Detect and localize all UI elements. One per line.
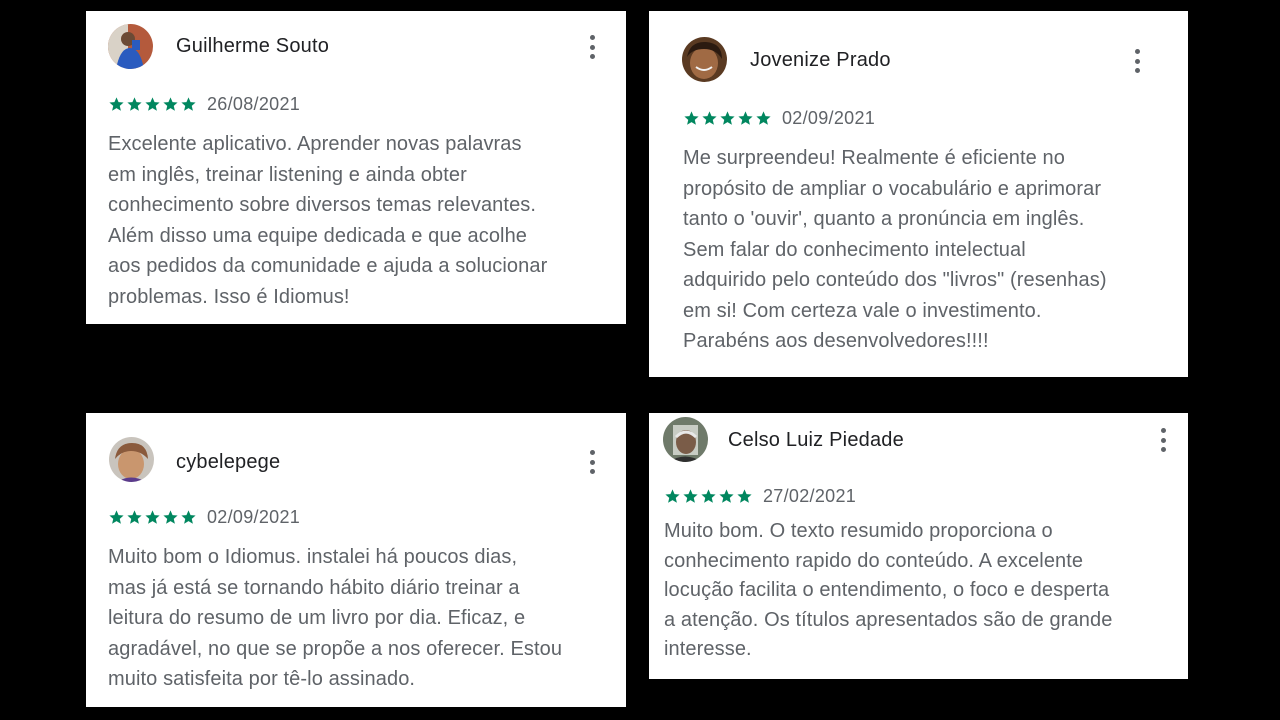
review-text-line: agradável, no que se propõe a nos oferec… [108,637,563,660]
review-text-line: Parabéns aos desenvolvedores!!!! [683,330,989,352]
star-icon [181,97,196,111]
star-icon [720,111,735,125]
review-date: 02/09/2021 [207,507,301,527]
avatar[interactable] [109,437,154,482]
review-text-line: muito satisfeita por tê-lo assinado. [108,668,416,690]
user-avatar-icon [682,37,727,82]
review-text-line: Muito bom o Idiomus. instalei há poucos … [108,546,518,568]
review-text-line: em si! Com certeza vale o investimento. [683,299,1042,322]
review-text-line: em inglês, treinar listening e ainda obt… [108,163,467,186]
review-text: Muito bom. O texto resumido proporciona … [664,517,1112,665]
review-text-line: Muito bom. O texto resumido proporciona … [664,520,1053,542]
review-text: Me surpreendeu! Realmente é eficiente no… [683,143,1107,357]
star-icon [684,111,699,125]
user-avatar-icon [109,437,154,482]
review-text: Muito bom o Idiomus. instalei há poucos … [108,542,562,695]
star-icon [719,489,734,503]
star-icon [145,510,160,524]
review-text-line: locução facilita o entendimento, o foco … [664,579,1110,601]
star-icon [163,510,178,524]
author-name: cybelepege [176,451,281,473]
review-rating: 02/09/2021 [108,507,300,528]
review-date: 02/09/2021 [782,108,876,128]
star-icon [665,489,680,503]
review-text-line: a atenção. Os títulos apresentados são d… [664,608,1113,631]
review-card: Celso Luiz Piedade 27/02/2021 Muito bom.… [649,413,1188,679]
star-icon [163,97,178,111]
review-text-line: Sem falar do conhecimento intelectual [683,238,1026,261]
review-card: Guilherme Souto 26/08/2021 Excelente apl… [86,11,626,324]
avatar[interactable] [663,417,708,462]
star-icon [738,111,753,125]
star-icon [737,489,752,503]
review-text-line: tanto o 'ouvir', quanto a pronúncia em i… [683,208,1085,230]
star-icon [109,510,124,524]
review-text-line: mas já está se tornando hábito diário tr… [108,576,520,599]
more-options-icon[interactable] [585,449,599,475]
review-text-line: Além disso uma equipe dedicada e que aco… [108,224,528,247]
review-text-line: interesse. [664,638,752,660]
star-rating [683,110,772,127]
user-avatar-icon [108,24,153,69]
star-rating [108,509,197,526]
author-name: Jovenize Prado [750,49,891,71]
author-name: Guilherme Souto [176,35,330,57]
review-text-line: aos pedidos da comunidade e ajuda a solu… [108,255,548,277]
star-icon [683,489,698,503]
review-text: Excelente aplicativo. Aprender novas pal… [108,129,547,312]
review-card: Jovenize Prado 02/09/2021 Me surpreendeu… [649,11,1188,377]
more-options-icon[interactable] [585,34,599,60]
star-icon [701,489,716,503]
more-options-icon[interactable] [1156,427,1170,453]
star-rating [108,96,197,113]
more-options-icon[interactable] [1130,48,1144,74]
star-icon [127,510,142,524]
review-text-line: Excelente aplicativo. Aprender novas pal… [108,133,522,155]
author-name: Celso Luiz Piedade [728,429,904,451]
avatar[interactable] [108,24,153,69]
review-rating: 26/08/2021 [108,94,300,115]
review-date: 26/08/2021 [207,94,301,114]
review-rating: 02/09/2021 [683,108,875,129]
review-text-line: conhecimento rapido do conteúdo. A excel… [664,549,1084,572]
review-text-line: conhecimento sobre diversos temas releva… [108,194,537,216]
review-text-line: leitura do resumo de um livro por dia. E… [108,607,526,629]
review-text-line: adquirido pelo conteúdo dos "livros" (re… [683,269,1107,291]
star-icon [109,97,124,111]
review-date: 27/02/2021 [763,486,857,506]
review-text-line: problemas. Isso é Idiomus! [108,285,350,308]
review-card: cybelepege 02/09/2021 Muito bom o Idiomu… [86,413,626,707]
star-icon [181,510,196,524]
review-rating: 27/02/2021 [664,486,856,507]
review-text-line: propósito de ampliar o vocabulário e apr… [683,177,1102,200]
star-rating [664,488,753,505]
avatar[interactable] [682,37,727,82]
star-icon [702,111,717,125]
star-icon [145,97,160,111]
review-text-line: Me surpreendeu! Realmente é eficiente no [683,147,1066,169]
user-avatar-icon [663,417,708,462]
star-icon [756,111,771,125]
star-icon [127,97,142,111]
